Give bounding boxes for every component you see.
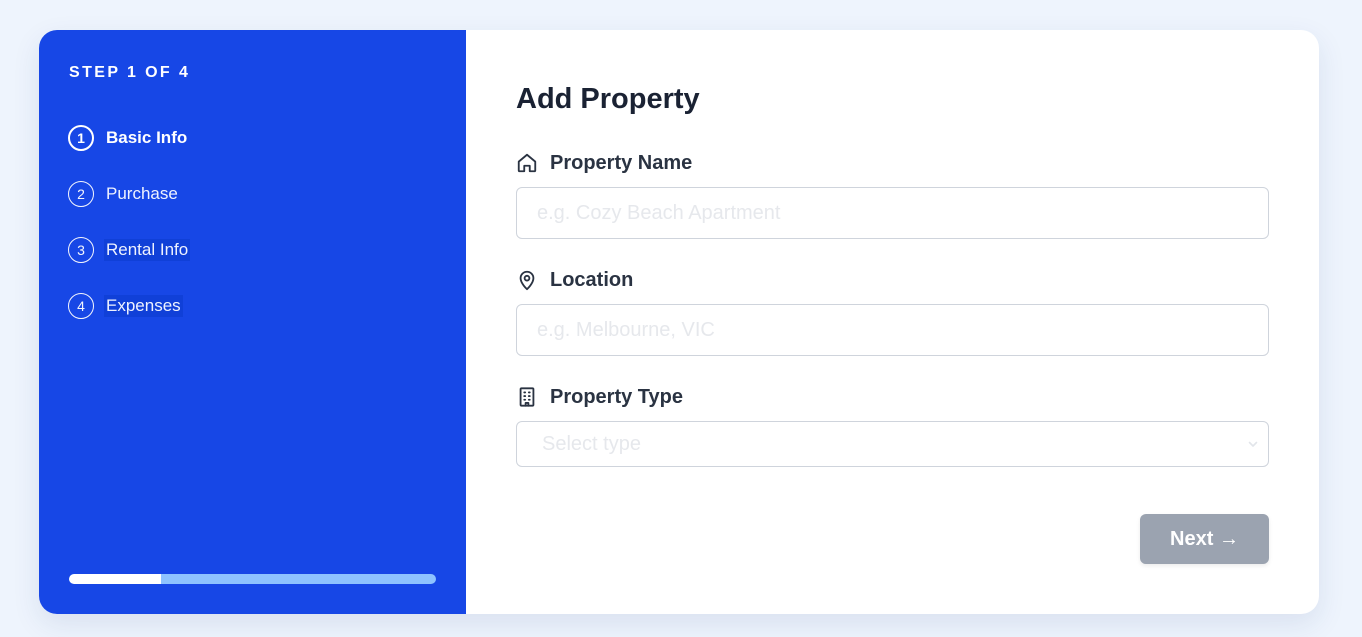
- step-item-purchase[interactable]: 2 Purchase: [68, 180, 190, 208]
- property-name-input[interactable]: [516, 187, 1269, 239]
- step-item-basic-info[interactable]: 1 Basic Info: [68, 124, 190, 152]
- map-pin-icon: [519, 270, 535, 291]
- step-item-expenses[interactable]: 4 Expenses: [68, 292, 190, 320]
- step-number: 3: [68, 237, 94, 263]
- location-label-text: Location: [550, 268, 634, 291]
- property-name-field: Property Name: [516, 151, 1269, 239]
- step-number: 4: [68, 293, 94, 319]
- home-icon: [517, 153, 537, 173]
- building-icon: [519, 387, 535, 407]
- form-panel: Add Property Property Name Location: [466, 30, 1319, 614]
- step-label: Basic Info: [106, 128, 188, 147]
- wizard-card: STEP 1 OF 4 1 Basic Info 2 Purchase 3 Re…: [39, 30, 1319, 614]
- step-label: Rental Info: [104, 239, 191, 261]
- property-type-label-text: Property Type: [550, 385, 683, 408]
- progress-bar: [69, 574, 436, 584]
- step-label: Expenses: [104, 295, 183, 317]
- step-number: 1: [68, 125, 94, 151]
- property-name-label: Property Name: [516, 151, 1269, 175]
- step-counter: STEP 1 OF 4: [69, 64, 191, 81]
- location-input[interactable]: [516, 304, 1269, 356]
- step-label: Purchase: [106, 184, 178, 203]
- step-number: 2: [68, 181, 94, 207]
- location-field: Location: [516, 268, 1269, 356]
- property-type-selected: Select type: [542, 432, 641, 455]
- chevron-down-icon: [1248, 441, 1258, 447]
- page-title: Add Property: [516, 83, 700, 115]
- property-type-field: Property Type Select type: [516, 385, 1269, 467]
- wizard-sidebar: STEP 1 OF 4 1 Basic Info 2 Purchase 3 Re…: [39, 30, 466, 614]
- step-list: 1 Basic Info 2 Purchase 3 Rental Info 4 …: [68, 124, 191, 348]
- property-type-select[interactable]: Select type: [516, 421, 1269, 467]
- progress-fill: [69, 574, 161, 584]
- location-label: Location: [516, 268, 1269, 292]
- property-name-label-text: Property Name: [550, 151, 693, 174]
- property-type-label: Property Type: [516, 385, 1269, 409]
- step-item-rental-info[interactable]: 3 Rental Info: [68, 236, 191, 264]
- next-button[interactable]: Next →: [1140, 514, 1269, 564]
